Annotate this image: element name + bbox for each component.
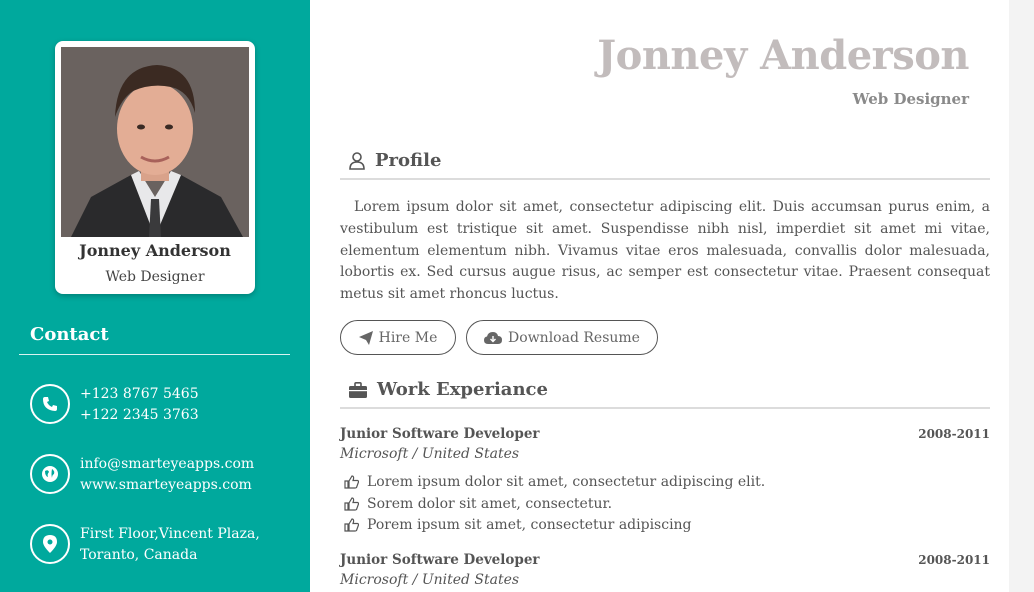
thumbs-up-icon [344, 497, 359, 511]
contact-phone-2[interactable]: +122 2345 3763 [80, 405, 199, 426]
user-icon [349, 152, 365, 174]
job-company: Microsoft / United States [340, 572, 520, 588]
card-role: Web Designer [105, 269, 205, 285]
list-item: Lorem ipsum dolor sit amet, consectetur … [344, 474, 765, 490]
download-resume-label: Download Resume [508, 329, 640, 346]
download-resume-button[interactable]: Download Resume [466, 320, 658, 355]
work-title: Work Experiance [377, 379, 548, 400]
contact-phone: +123 8767 5465 +122 2345 3763 [30, 384, 300, 426]
contact-web: info@smarteyeapps.com www.smarteyeapps.c… [30, 454, 300, 496]
job-point: Sorem dolor sit amet, consectetur. [367, 496, 613, 512]
list-item: Sorem dolor sit amet, consectetur. [344, 496, 612, 512]
globe-icon [30, 454, 70, 494]
hire-me-label: Hire Me [378, 329, 438, 346]
thumbs-up-icon [344, 518, 359, 532]
contact-email[interactable]: info@smarteyeapps.com [80, 454, 254, 475]
contact-divider [19, 354, 290, 355]
phone-icon [30, 384, 70, 424]
contact-address-2: Toranto, Canada [80, 547, 198, 563]
briefcase-icon [349, 382, 367, 402]
card-name: Jonney Anderson [79, 241, 231, 260]
profile-card: Jonney Anderson Web Designer [55, 41, 255, 294]
sidebar: Jonney Anderson Web Designer Contact +12… [0, 0, 310, 592]
paper-plane-icon [358, 330, 373, 345]
list-item: Porem ipsum sit amet, consectetur adipis… [344, 517, 692, 533]
hero-name: Jonney Anderson [597, 32, 969, 79]
profile-section-header: Profile [340, 150, 990, 180]
profile-photo [61, 47, 249, 237]
map-pin-icon [30, 524, 70, 564]
job-years: 2008-2011 [918, 427, 990, 441]
job-point: Porem ipsum sit amet, consectetur adipis… [367, 517, 692, 533]
profile-text: Lorem ipsum dolor sit amet, consectetur … [340, 199, 990, 303]
contact-phone-1[interactable]: +123 8767 5465 [80, 384, 199, 405]
cloud-download-icon [484, 332, 503, 344]
hero-role: Web Designer [852, 90, 969, 108]
profile-title: Profile [375, 150, 442, 171]
main-content: Jonney Anderson Web Designer Profile Lor… [310, 0, 1009, 592]
thumbs-up-icon [344, 475, 359, 489]
contact-address-1: First Floor,Vincent Plaza, [80, 526, 260, 542]
contact-address: First Floor,Vincent Plaza, Toranto, Cana… [30, 524, 300, 566]
job-title: Junior Software Developer [340, 426, 540, 442]
contact-website[interactable]: www.smarteyeapps.com [80, 475, 254, 496]
contact-title: Contact [30, 324, 109, 345]
work-section-header: Work Experiance [340, 379, 990, 409]
job-title: Junior Software Developer [340, 552, 540, 568]
job-years: 2008-2011 [918, 553, 990, 567]
page-edge [1009, 0, 1034, 592]
hire-me-button[interactable]: Hire Me [340, 320, 456, 355]
job-company: Microsoft / United States [340, 446, 520, 462]
job-point: Lorem ipsum dolor sit amet, consectetur … [367, 474, 766, 490]
